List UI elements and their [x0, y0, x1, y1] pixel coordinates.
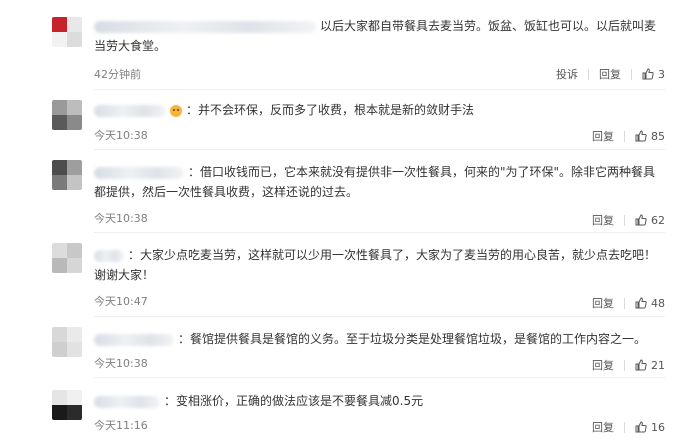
comment-text: ：并不会环保，反而多了收费，根本就是新的敛财手法 — [186, 103, 475, 117]
comment-actions: 回复 62 — [592, 212, 665, 228]
like-count: 21 — [651, 358, 665, 372]
separator — [624, 214, 625, 226]
reply-button[interactable]: 回复 — [592, 419, 614, 435]
thumbs-up-icon — [635, 297, 647, 309]
like-count: 62 — [651, 213, 665, 227]
like-count: 48 — [651, 296, 665, 310]
thumbs-up-icon — [635, 214, 647, 226]
like-button[interactable]: 3 — [642, 68, 665, 81]
comment-time: 今天10:38 — [94, 129, 148, 142]
avatar[interactable] — [52, 390, 82, 420]
like-count: 16 — [651, 420, 665, 434]
divider — [94, 316, 665, 317]
thumbs-up-icon — [635, 130, 647, 142]
comment-time: 今天11:16 — [94, 419, 148, 432]
separator — [624, 359, 625, 371]
username-redacted — [94, 104, 166, 117]
thumbs-up-icon — [635, 359, 647, 371]
comment-actions: 回复 16 — [592, 419, 665, 435]
comment-text: ：餐馆提供餐具是餐馆的义务。至于垃圾分类是处理餐馆垃圾，是餐馆的工作内容之一。 — [178, 332, 647, 346]
username-redacted — [94, 333, 174, 346]
reply-button[interactable]: 回复 — [599, 66, 621, 82]
comment-body: ：借口收钱而已，它本来就没有提供非一次性餐具，何来的"为了环保"。除非它两种餐具… — [94, 162, 665, 202]
username-redacted — [94, 20, 316, 33]
divider — [94, 232, 665, 233]
separator — [631, 68, 632, 80]
like-count: 85 — [651, 129, 665, 143]
avatar[interactable] — [52, 100, 82, 130]
reply-button[interactable]: 回复 — [592, 212, 614, 228]
like-button[interactable]: 62 — [635, 214, 665, 227]
divider — [94, 377, 665, 378]
comment-body: ：餐馆提供餐具是餐馆的义务。至于垃圾分类是处理餐馆垃圾，是餐馆的工作内容之一。 — [94, 329, 665, 349]
reply-button[interactable]: 回复 — [592, 295, 614, 311]
reply-button[interactable]: 回复 — [592, 357, 614, 373]
like-button[interactable]: 16 — [635, 421, 665, 434]
like-button[interactable]: 48 — [635, 297, 665, 310]
comment-text: ：变相涨价，正确的做法应该是不要餐具减0.5元 — [164, 394, 424, 408]
avatar[interactable] — [52, 243, 82, 273]
comment-actions: 回复 21 — [592, 357, 665, 373]
comment-text: ：大家少点吃麦当劳，这样就可以少用一次性餐具了，大家为了麦当劳的用心良苦，就少点… — [94, 248, 657, 282]
avatar[interactable] — [52, 327, 82, 357]
separator — [588, 68, 589, 80]
separator — [624, 421, 625, 433]
comment-body: ：大家少点吃麦当劳，这样就可以少用一次性餐具了，大家为了麦当劳的用心良苦，就少点… — [94, 245, 665, 285]
like-button[interactable]: 85 — [635, 130, 665, 143]
comment-body: ：变相涨价，正确的做法应该是不要餐具减0.5元 — [94, 391, 665, 411]
comment-time: 今天10:38 — [94, 212, 148, 225]
comment-time: 42分钟前 — [94, 68, 141, 81]
divider — [94, 89, 665, 90]
avatar[interactable] — [52, 17, 82, 47]
like-button[interactable]: 21 — [635, 359, 665, 372]
username-redacted — [94, 395, 160, 408]
thumbs-up-icon — [635, 421, 647, 433]
divider — [94, 149, 665, 150]
avatar[interactable] — [52, 160, 82, 190]
username-redacted — [94, 249, 124, 262]
comment-actions: 回复 85 — [592, 128, 665, 144]
comment-actions: 回复 48 — [592, 295, 665, 311]
comment-time: 今天10:38 — [94, 357, 148, 370]
username-redacted — [94, 166, 184, 179]
separator — [624, 297, 625, 309]
reply-button[interactable]: 回复 — [592, 128, 614, 144]
separator — [624, 130, 625, 142]
comment-body: 以后大家都自带餐具去麦当劳。饭盆、饭缸也可以。以后就叫麦当劳大食堂。 — [94, 16, 665, 56]
thumbs-up-icon — [642, 68, 654, 80]
comment-time: 今天10:47 — [94, 295, 148, 308]
report-button[interactable]: 投诉 — [556, 66, 578, 82]
comment-actions: 投诉 回复 3 — [556, 66, 665, 82]
emoji-icon — [170, 104, 182, 117]
like-count: 3 — [658, 67, 665, 81]
comment-body: ：并不会环保，反而多了收费，根本就是新的敛财手法 — [94, 100, 665, 120]
